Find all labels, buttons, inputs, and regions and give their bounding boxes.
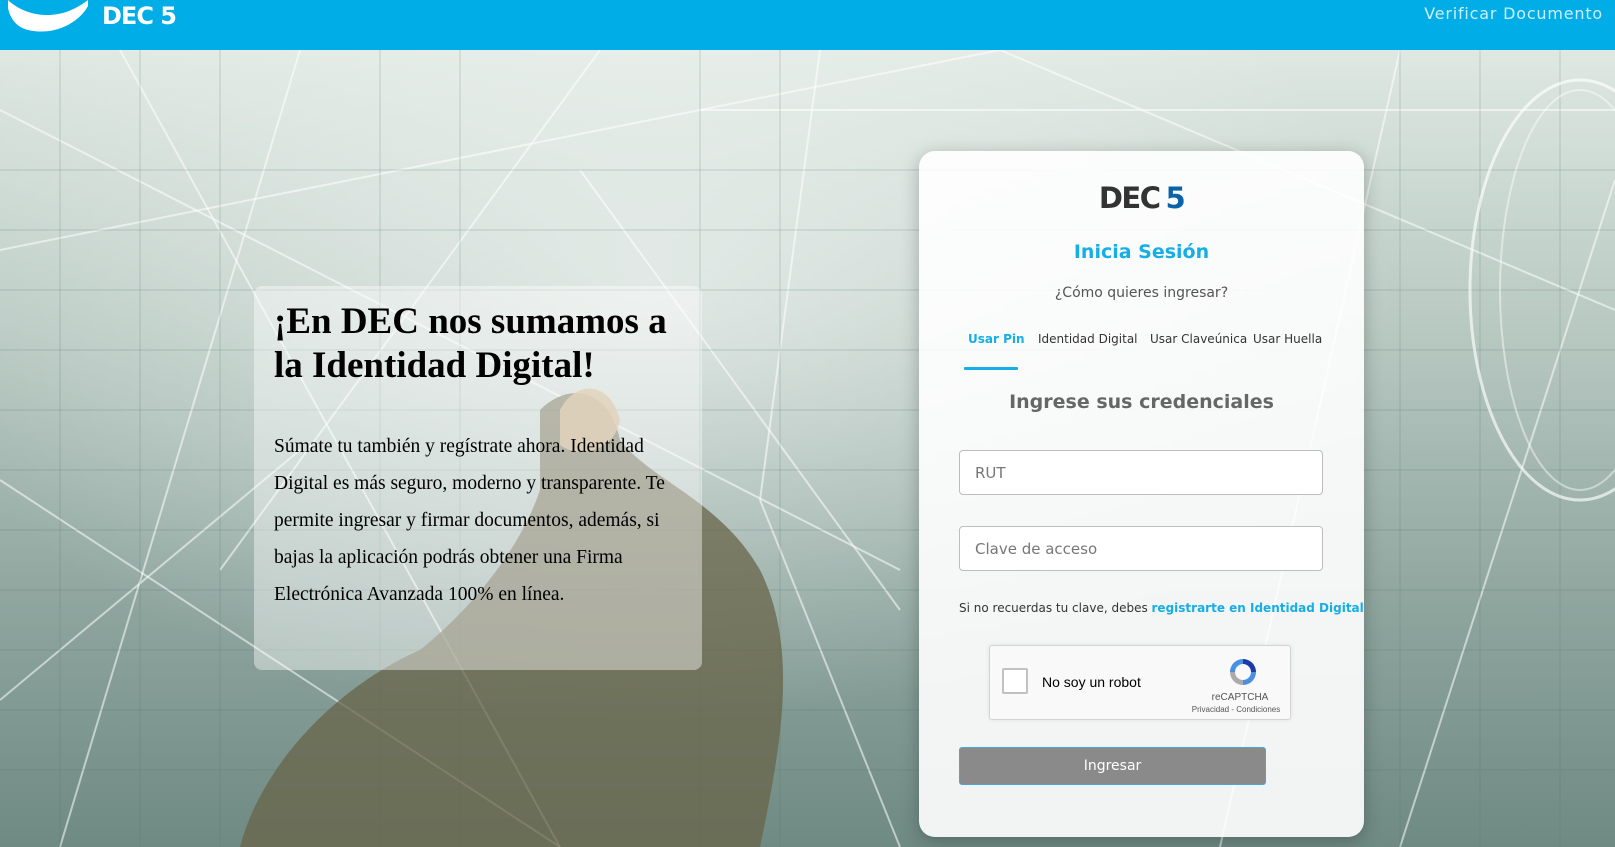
recaptcha-links: Privacidad - Condiciones — [1182, 705, 1290, 714]
card-logo-number: 5 — [1165, 181, 1185, 215]
recaptcha-terms-link[interactable]: Condiciones — [1236, 705, 1280, 714]
card-logo: DEC 5 — [919, 181, 1364, 215]
credentials-heading: Ingrese sus credenciales — [1009, 391, 1274, 413]
login-card: DEC 5 Inicia Sesión ¿Cómo quieres ingresa… — [919, 151, 1364, 837]
rut-input[interactable] — [959, 450, 1323, 495]
recaptcha-logo-icon — [1230, 659, 1256, 685]
tab-identidad-digital[interactable]: Identidad Digital — [1038, 332, 1138, 346]
promo-title: ¡En DEC nos sumamos a la Identidad Digit… — [274, 301, 667, 386]
active-tab-indicator — [964, 367, 1018, 370]
recaptcha-checkbox[interactable] — [1002, 668, 1028, 694]
background-image — [0, 50, 1615, 847]
dec-logo-icon[interactable] — [8, 0, 88, 32]
login-submit-button[interactable]: Ingresar — [959, 747, 1266, 785]
brand-name[interactable]: DEC 5 — [102, 2, 177, 30]
recaptcha-label: No soy un robot — [1042, 674, 1141, 690]
login-subtitle: ¿Cómo quieres ingresar? — [1054, 285, 1229, 301]
recaptcha-widget: No soy un robot reCAPTCHA Privacidad - C… — [989, 645, 1291, 720]
register-identity-link[interactable]: registrarte en Identidad Digital — [1152, 601, 1364, 615]
verify-document-link[interactable]: Verificar Documento — [1424, 4, 1603, 23]
tab-usar-claveunica[interactable]: Usar Claveúnica — [1150, 332, 1247, 346]
building-lattice-illustration — [0, 50, 1615, 847]
forgot-password-hint: Si no recuerdas tu clave, debes registra… — [959, 601, 1364, 615]
recaptcha-brand: reCAPTCHA — [1211, 692, 1269, 703]
tab-usar-pin[interactable]: Usar Pin — [968, 332, 1025, 346]
recaptcha-privacy-link[interactable]: Privacidad — [1192, 705, 1229, 714]
login-method-tabs: Usar Pin Identidad Digital Usar Claveúni… — [959, 332, 1339, 370]
card-logo-text: DEC — [1098, 181, 1161, 215]
tab-usar-huella[interactable]: Usar Huella — [1253, 332, 1322, 346]
password-input[interactable] — [959, 526, 1323, 571]
promo-body: Súmate tu también y regístrate ahora. Id… — [274, 436, 665, 605]
top-navbar: DEC 5 Verificar Documento — [0, 0, 1615, 50]
login-title: Inicia Sesión — [1073, 241, 1210, 263]
hint-text: Si no recuerdas tu clave, debes — [959, 601, 1152, 615]
promo-card: ¡En DEC nos sumamos a la Identidad Digit… — [254, 286, 702, 670]
